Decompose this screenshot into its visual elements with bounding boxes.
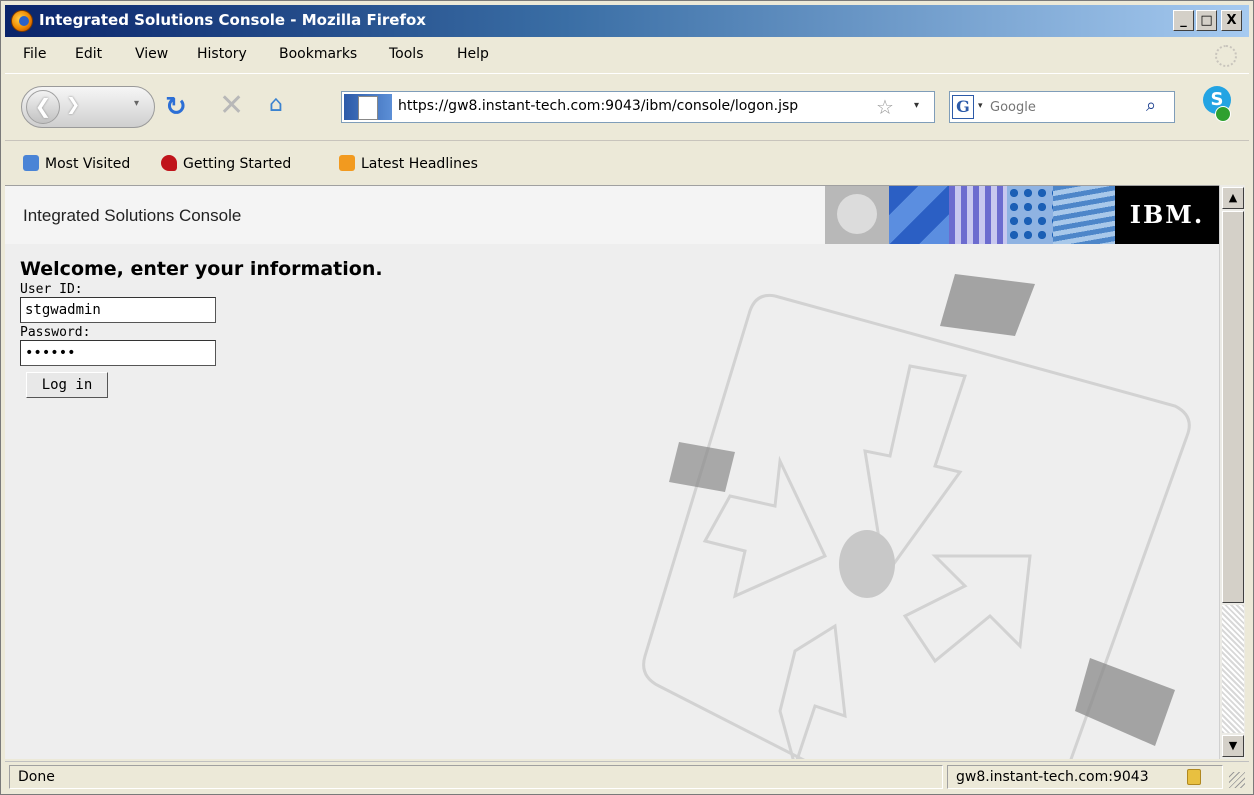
history-dropdown-icon[interactable]: ▾	[134, 98, 139, 109]
scroll-thumb[interactable]	[1222, 211, 1244, 603]
menu-bar: File Edit View History Bookmarks Tools H…	[5, 41, 1249, 69]
back-forward-group: ❮ ❯ ▾	[21, 86, 155, 128]
resize-grip-icon[interactable]	[1229, 772, 1245, 788]
login-button[interactable]: Log in	[26, 372, 108, 398]
search-icon[interactable]: ⌕	[1146, 95, 1156, 116]
vertical-scrollbar[interactable]: ▲ ▼	[1219, 185, 1245, 759]
stop-icon[interactable]: ✕	[219, 88, 244, 123]
page-content: Integrated Solutions Console IBM. Welcom…	[5, 185, 1219, 759]
most-visited-icon	[23, 155, 39, 171]
url-dropdown-icon[interactable]: ▾	[914, 100, 919, 111]
forward-icon[interactable]: ❯	[66, 95, 80, 115]
scroll-track[interactable]	[1222, 605, 1244, 733]
reload-icon[interactable]: ↻	[165, 92, 187, 122]
ibm-logo: IBM.	[1115, 186, 1219, 244]
back-icon[interactable]: ❮	[26, 90, 60, 124]
userid-field[interactable]	[20, 297, 216, 323]
userid-label: User ID:	[20, 282, 83, 297]
bookmarks-toolbar: Most Visited Getting Started Latest Head…	[5, 145, 1249, 181]
scroll-down-icon[interactable]: ▼	[1222, 735, 1244, 757]
menu-tools[interactable]: Tools	[389, 46, 424, 62]
menu-history[interactable]: History	[197, 46, 247, 62]
throbber-icon	[1215, 45, 1237, 67]
window-title: Integrated Solutions Console - Mozilla F…	[39, 11, 426, 29]
status-host: gw8.instant-tech.com:9043	[947, 765, 1223, 789]
login-form: Welcome, enter your information. User ID…	[20, 258, 383, 398]
bookmark-star-icon[interactable]: ☆	[876, 95, 894, 119]
menu-help[interactable]: Help	[457, 46, 489, 62]
console-banner: Integrated Solutions Console IBM.	[5, 186, 1219, 244]
menu-file[interactable]: File	[23, 46, 46, 62]
menu-view[interactable]: View	[135, 46, 168, 62]
engine-dropdown-icon[interactable]: ▾	[978, 101, 983, 111]
skype-icon[interactable]: S	[1199, 86, 1233, 126]
bookmark-latest-headlines[interactable]: Latest Headlines	[339, 155, 478, 172]
bookmark-most-visited[interactable]: Most Visited	[23, 155, 130, 172]
lock-icon[interactable]	[1187, 769, 1201, 785]
browser-window: Integrated Solutions Console - Mozilla F…	[0, 0, 1254, 795]
search-engine-icon[interactable]: G	[952, 95, 974, 119]
site-identity-icon[interactable]	[344, 94, 392, 120]
search-bar: G ▾ ⌕	[949, 91, 1175, 123]
maximize-button[interactable]: □	[1196, 10, 1217, 31]
firefox-icon	[11, 10, 33, 32]
navigation-toolbar: ❮ ❯ ▾ ↻ ✕ ⌂ https://gw8.instant-tech.com…	[5, 73, 1249, 141]
status-text: Done	[9, 765, 943, 789]
welcome-heading: Welcome, enter your information.	[20, 258, 383, 280]
home-icon[interactable]: ⌂	[269, 92, 283, 117]
menu-bookmarks[interactable]: Bookmarks	[279, 46, 357, 62]
rss-icon	[339, 155, 355, 171]
address-url[interactable]: https://gw8.instant-tech.com:9043/ibm/co…	[398, 98, 798, 114]
scroll-up-icon[interactable]: ▲	[1222, 187, 1244, 209]
menu-edit[interactable]: Edit	[75, 46, 102, 62]
background-graphic	[642, 274, 1191, 759]
status-bar: Done gw8.instant-tech.com:9043	[5, 761, 1249, 791]
banner-graphic	[825, 186, 1115, 244]
minimize-button[interactable]: _	[1173, 10, 1194, 31]
title-bar: Integrated Solutions Console - Mozilla F…	[5, 5, 1249, 37]
app-title: Integrated Solutions Console	[23, 206, 242, 225]
bookmark-getting-started[interactable]: Getting Started	[161, 155, 291, 172]
search-input[interactable]	[990, 97, 1140, 117]
address-bar[interactable]: https://gw8.instant-tech.com:9043/ibm/co…	[341, 91, 935, 123]
password-field[interactable]	[20, 340, 216, 366]
close-button[interactable]: X	[1221, 10, 1242, 31]
password-label: Password:	[20, 325, 91, 340]
getting-started-icon	[161, 155, 177, 171]
